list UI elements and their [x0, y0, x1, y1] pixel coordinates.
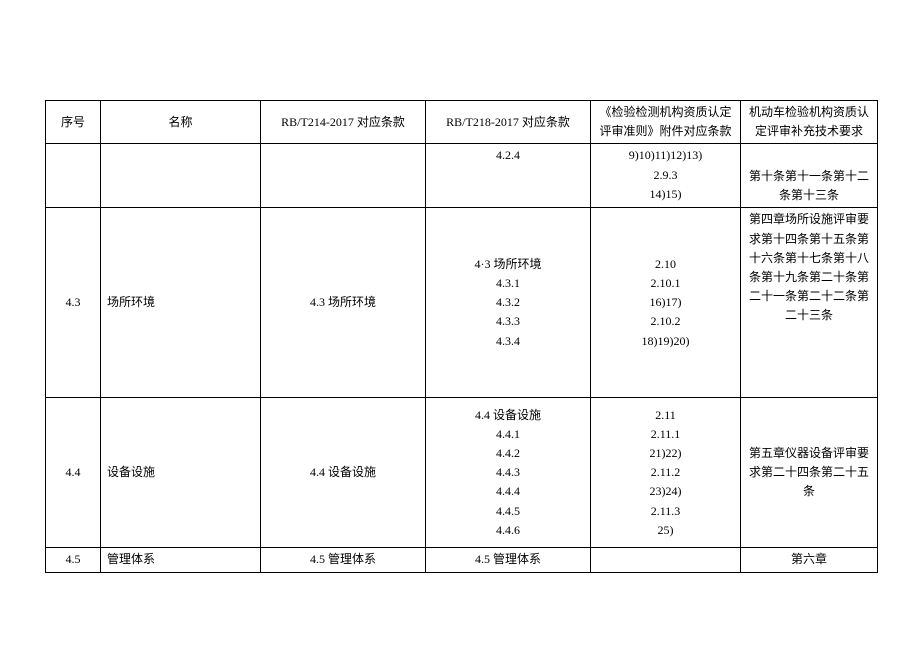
cell-zhunze	[591, 548, 741, 572]
cell-buchong: 第四章场所设施评审要求第十四条第十五条第十六条第十七条第十八条第十九条第二十条第…	[741, 208, 878, 398]
header-buchong: 机动车检验机构资质认定评审补充技术要求	[741, 101, 878, 144]
cell-t214: 4.3 场所环境	[261, 208, 426, 398]
header-t218: RB/T218-2017 对应条款	[426, 101, 591, 144]
cell-xuhao: 4.5	[46, 548, 101, 572]
cell-name: 设备设施	[101, 398, 261, 548]
cell-zhunze: 2.11 2.11.1 21)22) 2.11.2 23)24) 2.11.3 …	[591, 398, 741, 548]
header-t214: RB/T214-2017 对应条款	[261, 101, 426, 144]
header-name: 名称	[101, 101, 261, 144]
table-row: 4.5 管理体系 4.5 管理体系 4.5 管理体系 第六章	[46, 548, 878, 572]
cell-xuhao	[46, 144, 101, 208]
cell-t218: 4.5 管理体系	[426, 548, 591, 572]
cell-t218: 4.4 设备设施 4.4.1 4.4.2 4.4.3 4.4.4 4.4.5 4…	[426, 398, 591, 548]
cell-t214: 4.4 设备设施	[261, 398, 426, 548]
table-row: 4.4 设备设施 4.4 设备设施 4.4 设备设施 4.4.1 4.4.2 4…	[46, 398, 878, 548]
cell-name	[101, 144, 261, 208]
cell-t218: 4·3 场所环境 4.3.1 4.3.2 4.3.3 4.3.4	[426, 208, 591, 398]
cell-name: 场所环境	[101, 208, 261, 398]
table-row: 4.3 场所环境 4.3 场所环境 4·3 场所环境 4.3.1 4.3.2 4…	[46, 208, 878, 398]
cell-xuhao: 4.4	[46, 398, 101, 548]
cell-buchong: 第十条第十一条第十二条第十三条	[741, 144, 878, 208]
cell-name: 管理体系	[101, 548, 261, 572]
cell-t214	[261, 144, 426, 208]
cell-zhunze: 9)10)11)12)13) 2.9.3 14)15)	[591, 144, 741, 208]
clause-mapping-table: 序号 名称 RB/T214-2017 对应条款 RB/T218-2017 对应条…	[45, 100, 878, 573]
table-container: 序号 名称 RB/T214-2017 对应条款 RB/T218-2017 对应条…	[45, 100, 877, 573]
cell-t214: 4.5 管理体系	[261, 548, 426, 572]
cell-buchong: 第六章	[741, 548, 878, 572]
table-row: 4.2.4 9)10)11)12)13) 2.9.3 14)15) 第十条第十一…	[46, 144, 878, 208]
cell-xuhao: 4.3	[46, 208, 101, 398]
cell-buchong: 第五章仪器设备评审要求第二十四条第二十五条	[741, 398, 878, 548]
cell-zhunze: 2.10 2.10.1 16)17) 2.10.2 18)19)20)	[591, 208, 741, 398]
header-zhunze: 《检验检测机构资质认定评审准则》附件对应条款	[591, 101, 741, 144]
cell-t218: 4.2.4	[426, 144, 591, 208]
header-xuhao: 序号	[46, 101, 101, 144]
table-header-row: 序号 名称 RB/T214-2017 对应条款 RB/T218-2017 对应条…	[46, 101, 878, 144]
